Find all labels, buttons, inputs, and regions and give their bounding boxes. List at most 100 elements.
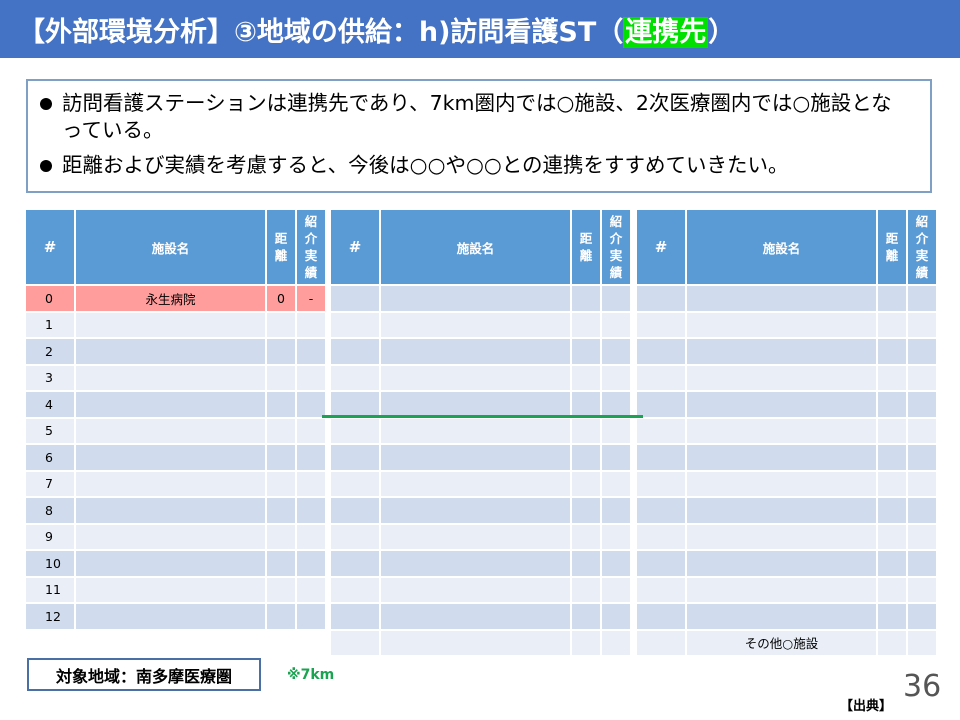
referral-cell: [602, 551, 630, 576]
facility-name: [76, 551, 265, 576]
facility-name: [381, 471, 570, 496]
referral-cell: [908, 551, 936, 576]
table-row: [331, 577, 630, 602]
row-number: 9: [26, 524, 74, 549]
referral-cell: [908, 418, 936, 443]
referral-cell: [908, 312, 936, 337]
facility-name: [687, 498, 876, 523]
distance-cell: [267, 498, 295, 523]
table-row: [331, 286, 630, 311]
col-header-referral: 紹介実績: [908, 210, 936, 284]
referral-cell: -: [297, 286, 325, 311]
referral-cell: [602, 471, 630, 496]
referral-cell: [908, 365, 936, 390]
facility-name: [381, 418, 570, 443]
table-row: 2: [26, 339, 325, 364]
empty-cell: [297, 630, 325, 655]
referral-cell: [908, 630, 936, 655]
facility-name: [687, 604, 876, 629]
distance-cell: [572, 604, 600, 629]
facility-name: [381, 524, 570, 549]
distance-cell: [572, 471, 600, 496]
table-row: 9: [26, 524, 325, 549]
facility-name: [687, 418, 876, 443]
distance-cell: [878, 577, 906, 602]
row-number: [637, 577, 685, 602]
table-row: 12: [26, 604, 325, 629]
col-header-distance: 距離: [267, 210, 295, 284]
distance-cell: [878, 551, 906, 576]
table-row: [331, 524, 630, 549]
distance-cell: [572, 498, 600, 523]
distance-cell: [572, 312, 600, 337]
distance-cell: [267, 577, 295, 602]
distance-cell: [572, 577, 600, 602]
table-row: その他○施設: [637, 630, 936, 655]
distance-cell: [267, 551, 295, 576]
row-number: [331, 604, 379, 629]
facility-name: [687, 577, 876, 602]
row-number: [637, 524, 685, 549]
row-number: [331, 312, 379, 337]
table-row: [637, 392, 936, 417]
distance-cell: [878, 471, 906, 496]
row-number: [331, 445, 379, 470]
distance-cell: 0: [267, 286, 295, 311]
table-row: [637, 471, 936, 496]
row-number: [637, 392, 685, 417]
distance-cell: [878, 392, 906, 417]
row-number: [331, 286, 379, 311]
distance-cell: [572, 630, 600, 655]
facility-name: [687, 312, 876, 337]
table-row: [26, 630, 325, 655]
facility-name: [687, 445, 876, 470]
bullet-item: 距離および実績を考慮すると、今後は○○や○○との連携をすすめていきたい。: [40, 152, 912, 179]
table-row: [331, 551, 630, 576]
facility-name: [381, 551, 570, 576]
referral-cell: [908, 339, 936, 364]
summary-box: 訪問看護ステーションは連携先であり、7km圏内では○施設、2次医療圏内では○施設…: [26, 79, 932, 193]
facility-name: [381, 630, 570, 655]
facility-name: [381, 392, 570, 417]
distance-cell: [267, 365, 295, 390]
row-number: [637, 339, 685, 364]
distance-cell: [878, 286, 906, 311]
facility-name: その他○施設: [687, 630, 876, 655]
referral-cell: [297, 392, 325, 417]
row-number: [637, 445, 685, 470]
referral-cell: [297, 551, 325, 576]
distance-cell: [878, 630, 906, 655]
page-title: 【外部環境分析】③地域の供給：h)訪問看護ST（連携先）: [18, 16, 736, 48]
distance-cell: [267, 524, 295, 549]
row-number: [331, 365, 379, 390]
distance-cell: [572, 445, 600, 470]
facility-name: [76, 365, 265, 390]
facility-name: [687, 551, 876, 576]
row-number: [637, 630, 685, 655]
table-row: 5: [26, 418, 325, 443]
facility-name: [381, 286, 570, 311]
row-number: [637, 604, 685, 629]
referral-cell: [297, 471, 325, 496]
facility-name: [381, 498, 570, 523]
empty-cell: [267, 630, 295, 655]
col-header-referral: 紹介実績: [602, 210, 630, 284]
row-number: 10: [26, 551, 74, 576]
col-header-distance: 距離: [572, 210, 600, 284]
referral-cell: [297, 339, 325, 364]
table-row: [637, 312, 936, 337]
distance-cell: [878, 312, 906, 337]
region-label: 対象地域：南多摩医療圏: [27, 658, 261, 691]
col-header-facility: 施設名: [76, 210, 265, 284]
row-number: 3: [26, 365, 74, 390]
facility-table-3: # 施設名 距離 紹介実績 その他○施設: [635, 208, 938, 657]
bullet-dot-icon: [40, 160, 52, 172]
table-row: [637, 551, 936, 576]
distance-cell: [878, 365, 906, 390]
row-number: [331, 471, 379, 496]
distance-cell: [572, 365, 600, 390]
facility-name: [381, 604, 570, 629]
referral-cell: [908, 524, 936, 549]
referral-cell: [602, 339, 630, 364]
referral-cell: [602, 418, 630, 443]
